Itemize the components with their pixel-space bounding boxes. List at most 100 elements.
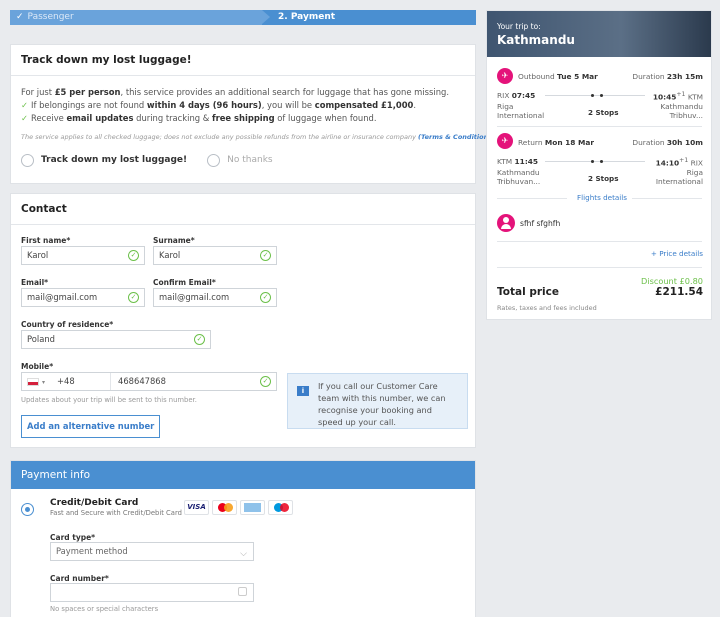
credit-card-radio[interactable] xyxy=(21,503,34,516)
plane-takeoff-icon: ✈ xyxy=(497,68,513,84)
outbound-departure: RIX 07:45 xyxy=(497,91,536,100)
first-name-field[interactable]: Karol ✓ xyxy=(21,246,145,265)
mastercard-icon xyxy=(212,500,237,515)
mobile-field[interactable]: ▾ +48 468647868 ✓ xyxy=(21,372,277,391)
outbound-arrival: 10:45+1 KTM xyxy=(652,91,703,102)
divider xyxy=(110,373,111,390)
check-icon: ✓ xyxy=(16,12,24,22)
outbound-stops: 2 Stops xyxy=(588,108,619,117)
valid-check-icon: ✓ xyxy=(128,250,139,261)
luggage-line-1: For just £5 per person, this service pro… xyxy=(21,87,449,97)
check-icon: ✓ xyxy=(21,113,29,123)
luggage-tracking-card: Track down my lost luggage! For just £5 … xyxy=(10,44,496,184)
divider xyxy=(497,267,702,268)
luggage-title: Track down my lost luggage! xyxy=(11,45,475,76)
dial-code: +48 xyxy=(57,376,75,386)
visa-icon: VISA xyxy=(184,500,209,515)
luggage-option-no[interactable]: No thanks xyxy=(207,154,273,167)
valid-check-icon: ✓ xyxy=(260,292,271,303)
surname-field[interactable]: Karol ✓ xyxy=(153,246,277,265)
lock-icon xyxy=(238,587,247,596)
payment-card: Payment info Credit/Debit Card Fast and … xyxy=(10,460,476,617)
valid-check-icon: ✓ xyxy=(128,292,139,303)
flights-details-link[interactable]: Flights details xyxy=(577,193,627,202)
maestro-icon xyxy=(268,500,293,515)
divider xyxy=(632,198,702,199)
stop-dot xyxy=(591,160,594,163)
progress-bar: ✓ Passenger 2. Payment xyxy=(10,10,476,25)
return-departure: KTM 11:45 xyxy=(497,157,539,166)
payment-title: Payment info xyxy=(11,461,475,489)
your-trip-label: Your trip to: xyxy=(497,22,541,31)
payment-method-subtitle: Fast and Secure with Credit/Debit Card xyxy=(50,509,182,517)
step-payment: 2. Payment xyxy=(278,12,336,22)
valid-check-icon: ✓ xyxy=(260,376,271,387)
stop-dot xyxy=(600,160,603,163)
confirm-email-label: Confirm Email* xyxy=(153,278,216,287)
contact-card: Contact First name* Karol ✓ Surname* Karo… xyxy=(10,193,476,448)
outbound-dep-city: Riga xyxy=(497,102,514,111)
outbound-arr-city: Kathmandu xyxy=(660,102,703,111)
chevron-down-icon: ▾ xyxy=(42,379,46,386)
terms-link[interactable]: (Terms & Conditions) xyxy=(418,133,495,141)
plane-landing-icon: ✈ xyxy=(497,133,513,149)
return-duration: Duration 30h 10m xyxy=(632,138,703,147)
return-dep-airport: Tribhuvan... xyxy=(497,177,541,186)
first-name-label: First name* xyxy=(21,236,71,245)
divider xyxy=(497,126,702,127)
price-details-link[interactable]: + Price details xyxy=(651,249,703,258)
valid-check-icon: ✓ xyxy=(194,334,205,345)
divider xyxy=(497,198,567,199)
add-alternative-number-button[interactable]: Add an alternative number xyxy=(21,415,161,438)
card-number-help: No spaces or special characters xyxy=(50,605,159,613)
card-type-select[interactable]: Payment method ⌵ xyxy=(50,542,254,561)
payment-method-title: Credit/Debit Card xyxy=(50,498,139,508)
divider xyxy=(497,241,702,242)
trip-header-image: Your trip to: Kathmandu xyxy=(487,11,711,57)
total-price: £211.54 xyxy=(655,286,703,298)
surname-label: Surname* xyxy=(153,236,195,245)
step-arrow xyxy=(262,10,270,24)
amex-icon xyxy=(240,500,265,515)
luggage-line-3: ✓ Receive email updates during tracking &… xyxy=(21,113,377,123)
return-arrival: 14:10+1 RIX xyxy=(655,157,703,168)
passenger-avatar-icon xyxy=(497,214,515,232)
luggage-option-yes[interactable]: Track down my lost luggage! xyxy=(21,154,187,167)
contact-title: Contact xyxy=(11,194,475,225)
return-dep-city: Kathmandu xyxy=(497,168,540,177)
radio-button[interactable] xyxy=(207,154,221,167)
country-label: Country of residence* xyxy=(21,320,114,329)
rates-note: Rates, taxes and fees included xyxy=(497,304,597,312)
valid-check-icon: ✓ xyxy=(260,250,271,261)
stop-dot xyxy=(600,94,603,97)
radio-button[interactable] xyxy=(21,154,34,167)
luggage-terms-note: The service applies to all checked lugga… xyxy=(21,133,496,141)
outbound-duration: Duration 23h 15m xyxy=(632,72,703,81)
outbound-dep-airport: International xyxy=(497,111,545,120)
mobile-number: 468647868 xyxy=(118,376,166,386)
total-price-label: Total price xyxy=(497,286,559,298)
outbound-label: Outbound Tue 5 Mar xyxy=(518,72,598,81)
destination-city: Kathmandu xyxy=(497,33,575,47)
return-arr-airport: International xyxy=(655,177,703,186)
confirm-email-field[interactable]: mail@gmail.com ✓ xyxy=(153,288,277,307)
trip-summary-card: Your trip to: Kathmandu ✈ Outbound Tue 5… xyxy=(486,10,712,320)
step-passenger-label: Passenger xyxy=(27,12,74,22)
step-passenger[interactable]: ✓ Passenger xyxy=(10,10,262,25)
mobile-help: Updates about your trip will be sent to … xyxy=(21,396,197,404)
poland-flag-icon[interactable] xyxy=(27,377,39,386)
card-number-label: Card number* xyxy=(50,574,109,583)
outbound-arr-airport: Tribhuv... xyxy=(669,111,703,120)
customer-care-info: i If you call our Customer Care team wit… xyxy=(287,373,468,429)
route-line xyxy=(545,161,645,162)
route-line xyxy=(545,95,645,96)
passenger-name: sfhf sfghfh xyxy=(520,219,561,228)
card-type-label: Card type* xyxy=(50,533,96,542)
email-label: Email* xyxy=(21,278,49,287)
card-number-field[interactable] xyxy=(50,583,254,602)
country-field[interactable]: Poland ✓ xyxy=(21,330,211,349)
mobile-label: Mobile* xyxy=(21,362,54,371)
discount: Discount £0.80 xyxy=(641,276,703,286)
email-field[interactable]: mail@gmail.com ✓ xyxy=(21,288,145,307)
return-stops: 2 Stops xyxy=(588,174,619,183)
